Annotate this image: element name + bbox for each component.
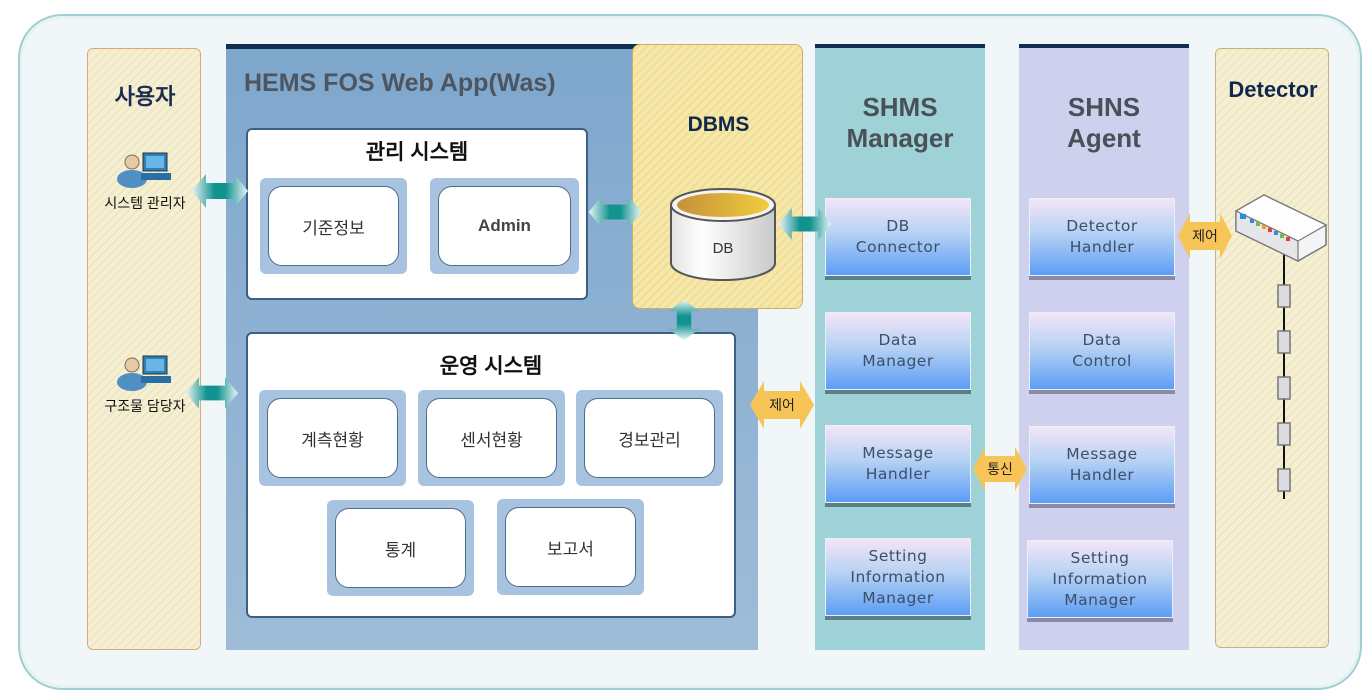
user-label: 구조물 담당자 bbox=[104, 398, 186, 414]
user-label: 시스템 관리자 bbox=[104, 195, 186, 211]
users-title: 사용자 bbox=[114, 84, 176, 109]
module-admin[interactable]: Admin bbox=[430, 178, 579, 274]
db-connector[interactable]: DB Connector bbox=[825, 198, 971, 280]
sensor-node-icon[interactable] bbox=[1277, 330, 1291, 354]
sensor-node-icon[interactable] bbox=[1277, 468, 1291, 492]
admin-webapp-arrow bbox=[192, 174, 248, 208]
shms-setting-information-manager[interactable]: Setting Information Manager bbox=[825, 538, 971, 620]
comm-arrow-shms-shns: 통신 bbox=[973, 447, 1027, 491]
shms-message-handler[interactable]: Message Handler bbox=[825, 425, 971, 507]
dbms-title: DBMS bbox=[687, 113, 750, 136]
shms-manager-column: SHMS Manager DB Connector Data Manager M… bbox=[815, 44, 985, 650]
management-system-title: 관리 시스템 bbox=[365, 141, 469, 164]
management-system-panel: 관리 시스템 기준정보 Admin bbox=[246, 128, 588, 300]
control-arrow-webapp-shms: 제어 bbox=[750, 381, 814, 429]
database-icon[interactable]: DB bbox=[669, 187, 777, 283]
module-measurement-status[interactable]: 계측현황 bbox=[259, 390, 406, 486]
dbms-column: DBMS DB bbox=[632, 44, 803, 309]
detector-device-icon[interactable] bbox=[1230, 189, 1330, 509]
users-column: 사용자 시스템 관리자 구조물 담당자 bbox=[87, 48, 201, 650]
shns-setting-information-manager[interactable]: Setting Information Manager bbox=[1027, 540, 1173, 622]
shns-title: SHNS Agent bbox=[1067, 92, 1141, 153]
shms-title: SHMS Manager bbox=[846, 92, 954, 153]
shns-message-handler[interactable]: Message Handler bbox=[1029, 426, 1175, 508]
db-label: DB bbox=[713, 240, 734, 257]
user-computer-icon bbox=[117, 355, 171, 391]
module-statistics[interactable]: 통계 bbox=[327, 500, 474, 596]
operation-system-panel: 운영 시스템 계측현황 센서현황 경보관리 통계 보고서 bbox=[246, 332, 736, 618]
user-structure-manager[interactable]: 구조물 담당자 bbox=[88, 352, 202, 416]
detector-column: Detector bbox=[1215, 48, 1329, 648]
user-computer-icon bbox=[117, 152, 171, 188]
module-report[interactable]: 보고서 bbox=[497, 499, 644, 595]
module-sensor-status[interactable]: 센서현황 bbox=[418, 390, 565, 486]
operation-system-title: 운영 시스템 bbox=[439, 355, 543, 378]
dbms-dbconnector-arrow bbox=[778, 208, 832, 240]
webapp-dbms-arrow bbox=[588, 196, 642, 228]
sensor-node-icon[interactable] bbox=[1277, 422, 1291, 446]
dbms-operation-arrow bbox=[668, 300, 700, 340]
shns-agent-column: SHNS Agent Detector Handler Data Control… bbox=[1019, 44, 1189, 650]
sensor-node-icon[interactable] bbox=[1277, 284, 1291, 308]
data-control[interactable]: Data Control bbox=[1029, 312, 1175, 394]
module-standard-info[interactable]: 기준정보 bbox=[260, 178, 407, 274]
data-manager[interactable]: Data Manager bbox=[825, 312, 971, 394]
detector-title: Detector bbox=[1228, 77, 1318, 102]
webapp-title: HEMS FOS Web App(Was) bbox=[244, 69, 556, 97]
control-arrow-shns-detector: 제어 bbox=[1178, 213, 1232, 259]
module-alarm-management[interactable]: 경보관리 bbox=[576, 390, 723, 486]
detector-handler[interactable]: Detector Handler bbox=[1029, 198, 1175, 280]
user-system-admin[interactable]: 시스템 관리자 bbox=[88, 149, 202, 213]
operator-webapp-arrow bbox=[186, 377, 238, 409]
sensor-node-icon[interactable] bbox=[1277, 376, 1291, 400]
